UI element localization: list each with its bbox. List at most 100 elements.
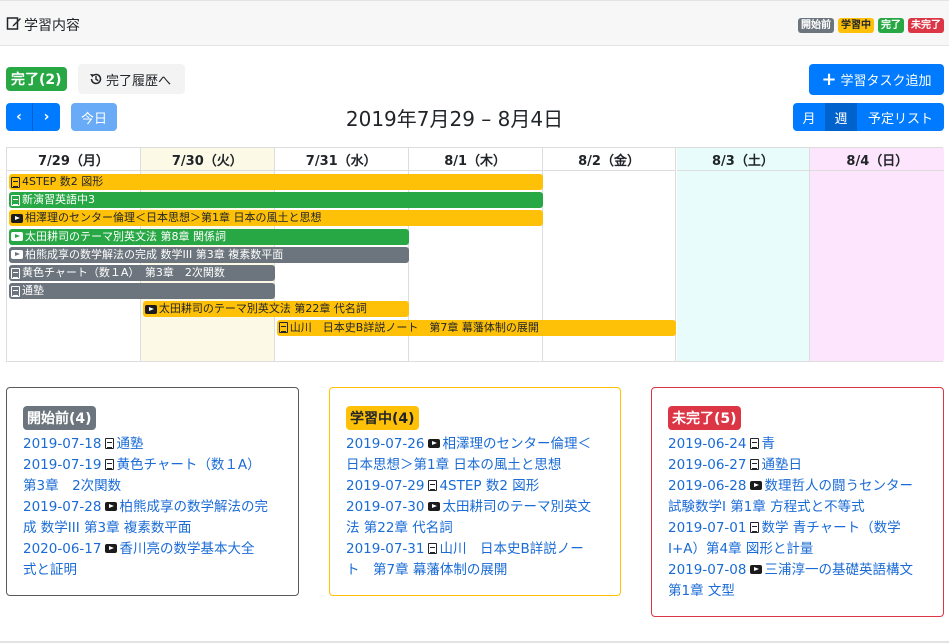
day-column[interactable] <box>810 148 945 361</box>
add-task-button[interactable]: + 学習タスク追加 <box>809 64 944 95</box>
week-view-button[interactable]: 週 <box>825 103 857 131</box>
card-title: 未完了(5) <box>668 406 741 430</box>
doc-icon <box>428 480 438 491</box>
history-icon <box>90 73 102 85</box>
status-card-incomplete: 未完了(5) 2019-06-24 青 2019-06-27 通塾日 2019-06-28… <box>651 387 944 617</box>
day-header: 7/30（火） <box>140 148 275 171</box>
history-button[interactable]: 完了履歴へ <box>78 64 185 94</box>
task-title-continued: 第1章 文型 <box>668 583 735 599</box>
task-date: 2019-07-29 <box>346 478 425 494</box>
task-date: 2020-06-17 <box>23 541 102 557</box>
task-title: 通塾日 <box>761 457 802 473</box>
task-title: 青 <box>761 436 775 452</box>
calendar-event[interactable]: 相澤理のセンター倫理＜日本思想＞第1章 日本の風土と思想 <box>9 210 543 227</box>
task-link[interactable]: 2019-06-24 青 <box>668 434 927 455</box>
calendar-event[interactable]: 4STEP 数2 図形 <box>9 174 543 190</box>
task-link[interactable]: 2019-07-26 相澤理のセンター倫理＜ 日本思想＞第1章 日本の風土と思想 <box>346 434 604 476</box>
day-header: 8/1（木） <box>408 148 543 171</box>
task-link[interactable]: 2019-07-19 黄色チャート（数１A） 第3章 2次関数 <box>23 455 282 497</box>
task-title: 柏熊成享の数学解法の完 <box>119 499 268 515</box>
doc-icon <box>11 285 20 297</box>
view-switcher: 月 週 予定リスト <box>793 103 944 131</box>
month-view-button[interactable]: 月 <box>793 103 825 131</box>
task-date: 2019-07-08 <box>668 562 747 578</box>
card-title: 学習中(4) <box>346 406 419 430</box>
video-icon <box>11 250 23 260</box>
task-list: 2019-07-18 通塾 2019-07-19 黄色チャート（数１A） 第3章 2次関… <box>23 434 282 581</box>
calendar-event[interactable]: 太田耕司のテーマ別英文法 第8章 関係詞 <box>9 228 409 245</box>
task-date: 2019-07-19 <box>23 457 102 473</box>
calendar-event-label: 山川 日本史B詳説ノート 第7章 幕藩体制の展開 <box>289 320 539 334</box>
doc-icon <box>105 438 115 449</box>
video-icon <box>11 213 23 223</box>
plus-icon: + <box>821 68 837 90</box>
video-icon <box>428 439 441 448</box>
doc-icon <box>750 438 760 449</box>
video-icon <box>428 502 441 511</box>
date-range-title: 2019年7月29 – 8月4日 <box>345 107 564 131</box>
task-link[interactable]: 2019-07-01 数学 青チャート（数学 I+A）第4章 図形と計量 <box>668 518 927 560</box>
status-card-in-progress: 学習中(4) 2019-07-26 相澤理のセンター倫理＜ 日本思想＞第1章 日本の風… <box>329 387 621 596</box>
day-header: 7/31（水） <box>274 148 409 171</box>
task-link[interactable]: 2019-07-29 4STEP 数2 図形 <box>346 476 604 497</box>
legend-in-progress: 学習中 <box>838 18 874 33</box>
task-link[interactable]: 2020-06-17 香川亮の数学基本大全式と証明 <box>23 539 282 581</box>
day-header: 8/2（金） <box>542 148 677 171</box>
doc-icon <box>428 543 438 554</box>
task-date: 2019-06-27 <box>668 457 747 473</box>
doc-icon <box>105 459 115 470</box>
task-date: 2019-07-01 <box>668 520 747 536</box>
task-link[interactable]: 2019-07-08 三浦淳一の基礎英語構文 第1章 文型 <box>668 560 927 602</box>
day-header: 8/4（日） <box>810 148 945 171</box>
task-title-continued: 式と証明 <box>23 562 77 578</box>
doc-icon <box>750 459 760 470</box>
task-title: 山川 日本史B詳説ノー <box>439 541 584 557</box>
task-link[interactable]: 2019-06-28 数理哲人の闘うセンター 試験数学I 第1章 方程式と不等式 <box>668 476 927 518</box>
done-count-badge: 完了(2) <box>6 67 67 91</box>
task-title: 数学 青チャート（数学 <box>761 520 901 536</box>
calendar-event[interactable]: 山川 日本史B詳説ノート 第7章 幕藩体制の展開 <box>276 319 677 336</box>
status-card-not-started: 開始前(4) 2019-07-18 通塾 2019-07-19 黄色チャート（数１A） 第… <box>6 387 299 596</box>
task-title-continued: 日本思想＞第1章 日本の風土と思想 <box>346 457 562 473</box>
day-column[interactable] <box>676 148 811 361</box>
doc-icon <box>278 322 288 334</box>
task-title: 通塾 <box>116 436 144 452</box>
task-date: 2019-06-28 <box>668 478 747 494</box>
task-link[interactable]: 2019-06-27 通塾日 <box>668 455 927 476</box>
task-link[interactable]: 2019-07-28 柏熊成享の数学解法の完成 数学III 第3章 複素数平面 <box>23 497 282 539</box>
calendar-event[interactable]: 柏熊成享の数学解法の完成 数学III 第3章 複素数平面 <box>9 246 409 263</box>
task-date: 2019-07-18 <box>23 436 102 452</box>
task-title: 黄色チャート（数１A） <box>116 457 261 473</box>
calendar-event[interactable]: 太田耕司のテーマ別英文法 第22章 代名詞 <box>142 301 409 318</box>
list-view-button[interactable]: 予定リスト <box>857 103 944 131</box>
week-calendar: 7/29（月） 7/30（火） 7/31（水） 8/1（木） 8/2（金） 8/3（土） 8… <box>6 147 945 362</box>
task-date: 2019-06-24 <box>668 436 747 452</box>
task-date: 2019-07-30 <box>346 499 425 515</box>
task-date: 2019-07-31 <box>346 541 425 557</box>
task-date: 2019-07-26 <box>346 436 425 452</box>
page-title: 学習内容 <box>24 18 80 34</box>
header-bar: 学習内容 開始前 学習中 完了 未完了 <box>0 0 949 46</box>
task-link[interactable]: 2019-07-30 太田耕司のテーマ別英文法 第22章 代名詞 <box>346 497 604 539</box>
video-icon <box>11 232 23 242</box>
calendar-event-label: 太田耕司のテーマ別英文法 第8章 関係詞 <box>25 229 226 243</box>
add-task-label: 学習タスク追加 <box>840 74 932 89</box>
doc-icon <box>11 194 20 206</box>
task-title: 太田耕司のテーマ別英文 <box>442 499 591 515</box>
calendar-event[interactable]: 新演習英語中3 <box>9 192 543 209</box>
calendar-event-label: 相澤理のセンター倫理＜日本思想＞第1章 日本の風土と思想 <box>25 211 322 225</box>
doc-icon <box>11 176 20 188</box>
calendar-event[interactable]: 通塾 <box>9 283 275 300</box>
task-link[interactable]: 2019-07-31 山川 日本史B詳説ノート 第7章 幕藩体制の展開 <box>346 539 604 581</box>
calendar-event-label: 新演習英語中3 <box>22 193 95 207</box>
edit-icon <box>6 17 21 30</box>
video-icon <box>105 502 118 511</box>
calendar-event-label: 太田耕司のテーマ別英文法 第22章 代名詞 <box>158 302 367 316</box>
doc-icon <box>11 267 20 279</box>
task-title: 香川亮の数学基本大全 <box>119 541 255 557</box>
task-link[interactable]: 2019-07-18 通塾 <box>23 434 282 455</box>
video-icon <box>750 565 763 574</box>
legend-incomplete: 未完了 <box>908 18 944 33</box>
task-title-continued: ト 第7章 幕藩体制の展開 <box>346 562 508 578</box>
calendar-event[interactable]: 黄色チャート（数１A） 第3章 2次関数 <box>9 265 275 281</box>
